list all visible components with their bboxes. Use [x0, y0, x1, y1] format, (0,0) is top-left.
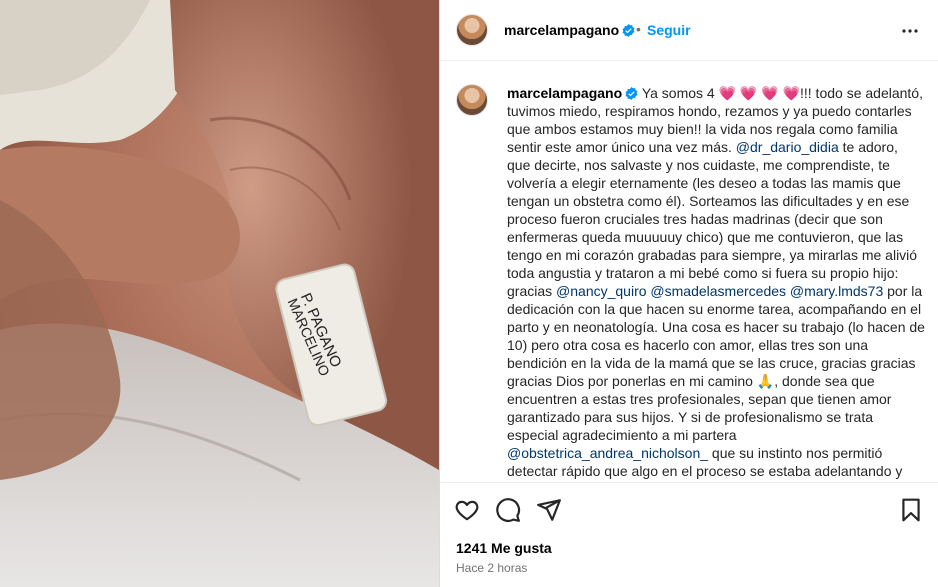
baby-hand-photo: P. PAGANO MARCELINO	[0, 0, 439, 587]
separator-dot: •	[636, 21, 641, 37]
mention-link[interactable]: @smadelasmercedes	[650, 283, 786, 299]
post-side-panel: marcelampagano • Seguir marcelampagano Y…	[440, 0, 938, 587]
pray-emoji: 🙏	[756, 373, 775, 389]
post-header: marcelampagano • Seguir	[440, 0, 938, 61]
caption-avatar[interactable]	[456, 84, 488, 116]
mention-link[interactable]: @nancy_quiro	[556, 283, 647, 299]
avatar[interactable]	[456, 14, 488, 46]
caption-text-lead: Ya somos 4	[641, 85, 719, 101]
verified-badge-icon	[625, 87, 638, 100]
mention-link[interactable]: @obstetrica_andrea_nicholson_	[507, 445, 708, 461]
mention-link[interactable]: @mary.lmds73	[790, 283, 883, 299]
username-text[interactable]: marcelampagano	[504, 22, 619, 38]
heart-icon[interactable]	[454, 497, 480, 523]
comment-icon[interactable]	[495, 497, 521, 523]
caption-username-text[interactable]: marcelampagano	[507, 85, 622, 101]
follow-button[interactable]: Seguir	[647, 22, 691, 38]
likes-count[interactable]: 1241 Me gusta	[456, 540, 552, 556]
post-actions: 1241 Me gusta Hace 2 horas	[440, 482, 938, 587]
verified-badge-icon	[622, 24, 635, 37]
post-timestamp[interactable]: Hace 2 horas	[456, 561, 527, 575]
username-link[interactable]: marcelampagano	[504, 22, 635, 38]
more-icon[interactable]	[898, 19, 922, 43]
post-caption: marcelampagano Ya somos 4 💗 💗 💗 💗!!! tod…	[507, 84, 925, 482]
bookmark-icon[interactable]	[898, 497, 924, 523]
comments-scroll-area[interactable]: marcelampagano Ya somos 4 💗 💗 💗 💗!!! tod…	[440, 62, 938, 482]
mention-link[interactable]: @dr_dario_didia	[736, 139, 839, 155]
share-icon[interactable]	[536, 497, 562, 523]
caption-username[interactable]: marcelampagano	[507, 85, 638, 101]
caption-text: te adoro, que decirte, nos salvaste y no…	[507, 139, 918, 299]
post-photo[interactable]: P. PAGANO MARCELINO	[0, 0, 439, 587]
heart-emojis: 💗 💗 💗 💗	[718, 85, 800, 101]
